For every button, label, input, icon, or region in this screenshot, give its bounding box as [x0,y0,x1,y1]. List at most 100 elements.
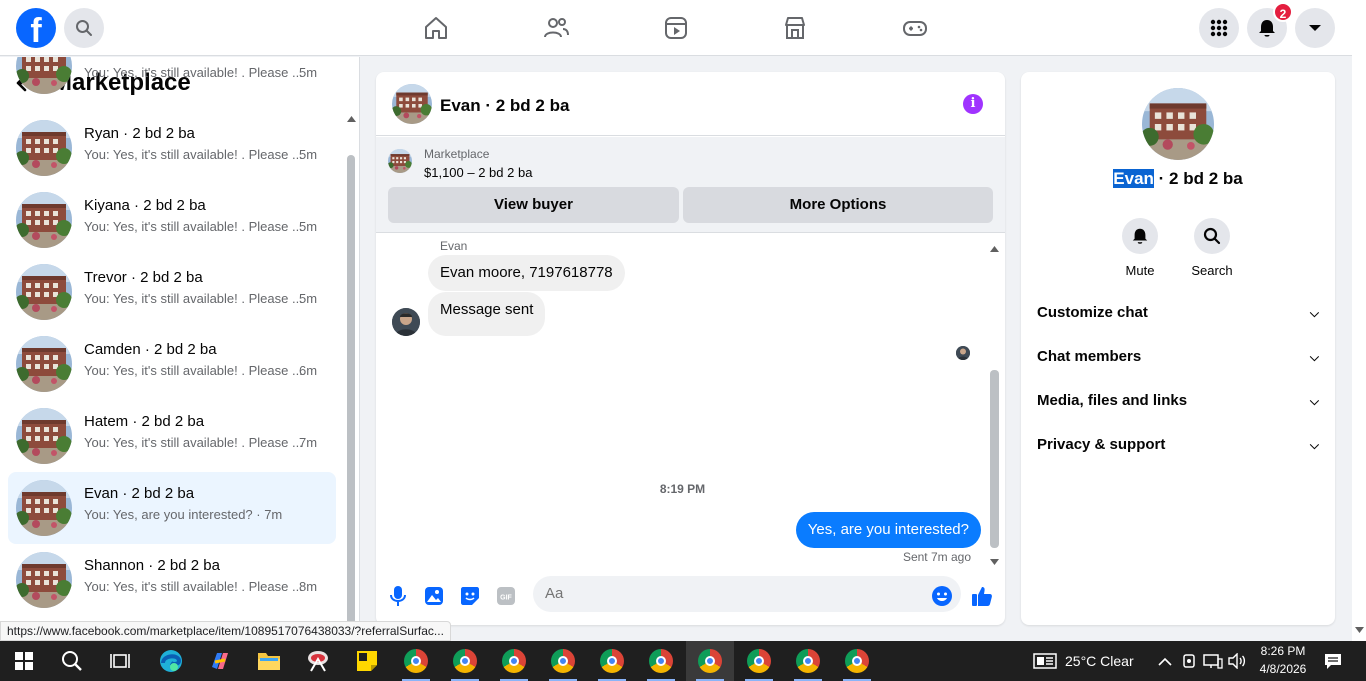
conversation-item[interactable]: Ryan · 2 bd 2 ba You: Yes, it's still ava… [8,112,336,184]
incoming-message[interactable]: Message sent [428,292,546,336]
notifications-badge: 2 [1273,2,1293,22]
marketplace-listing-bar: Marketplace $1,100 – 2 bd 2 ba View buye… [376,137,1005,233]
account-dropdown-icon[interactable] [1295,8,1335,48]
conversation-time: 5m [299,147,318,162]
chrome-window-icon[interactable] [735,641,783,681]
windows-start-icon[interactable] [0,641,48,681]
chrome-window-icon[interactable] [588,641,636,681]
network-icon[interactable] [1203,653,1223,674]
photo-icon[interactable] [422,584,446,608]
conversation-item[interactable]: You: Yes, it's still available! . Please… [8,57,336,102]
chat-scrollbar[interactable] [990,370,999,548]
sidebar-scroll-up-icon[interactable] [347,109,356,127]
section-privacy-support[interactable]: Privacy & support ⌵ [1037,431,1319,459]
chat-title[interactable]: Evan · 2 bd 2 ba [440,96,569,116]
facebook-logo[interactable]: f [16,8,56,48]
chrome-window-icon[interactable] [833,641,881,681]
meet-now-icon[interactable] [1182,653,1196,674]
incoming-message[interactable]: Evan moore, 7197618778 [428,255,625,291]
marketplace-icon[interactable] [781,14,809,42]
conversation-item[interactable]: Trevor · 2 bd 2 ba You: Yes, it's still a… [8,256,336,328]
sticky-notes-icon[interactable] [343,641,391,681]
menu-grid-icon[interactable] [1199,8,1239,48]
listing-thumbnail[interactable] [392,84,432,124]
chrome-window-icon[interactable] [686,641,734,681]
sender-avatar[interactable] [392,308,420,336]
conversation-time: 5m [299,65,318,80]
edge-browser-icon[interactable] [147,641,195,681]
more-options-button[interactable]: More Options [683,187,993,223]
read-receipt-avatar [956,346,970,360]
task-view-icon[interactable] [96,641,144,681]
sender-name: Evan [440,239,468,253]
weather-text[interactable]: 25°C Clear [1065,653,1134,669]
conversation-preview: You: Yes, it's still available! . Please… [84,435,303,450]
friends-icon[interactable] [542,14,570,42]
svg-text:GIF: GIF [500,595,512,602]
listing-large-thumbnail[interactable] [1142,88,1214,160]
chrome-window-icon[interactable] [490,641,538,681]
search-icon [1194,218,1230,254]
message-thread: Evan Evan moore, 7197618778 Message sent… [376,234,1005,566]
notification-center-icon[interactable] [1324,653,1342,675]
message-input[interactable] [533,576,961,612]
clock-time[interactable]: 8:26 PM [1258,644,1308,658]
search-icon[interactable] [64,8,104,48]
section-customize-chat[interactable]: Customize chat ⌵ [1037,299,1319,327]
chrome-window-icon[interactable] [441,641,489,681]
chrome-window-icon[interactable] [539,641,587,681]
conversation-item[interactable]: Camden · 2 bd 2 ba You: Yes, it's still a… [8,328,336,400]
conversation-name: Kiyana · 2 bd 2 ba [84,197,206,214]
conversation-name: Hatem · 2 bd 2 ba [84,413,205,430]
message-composer: GIF [376,572,1005,620]
search-label: Search [1191,263,1233,278]
sticker-icon[interactable] [458,584,482,608]
home-icon[interactable] [422,14,450,42]
copilot-icon[interactable] [196,641,244,681]
selected-name-text: Evan [1113,169,1154,188]
gaming-icon[interactable] [901,14,929,42]
chrome-window-icon[interactable] [784,641,832,681]
listing-price[interactable]: $1,100 – 2 bd 2 ba [424,165,532,180]
thumbs-up-icon[interactable] [970,584,994,608]
taskbar-search-icon[interactable] [48,641,96,681]
page-scrollbar[interactable] [1352,0,1366,641]
search-button[interactable]: Search [1182,218,1242,278]
file-explorer-icon[interactable] [245,641,293,681]
chevron-down-icon: ⌵ [1309,350,1319,364]
listing-thumbnail [16,57,72,94]
conversation-item[interactable]: Hatem · 2 bd 2 ba You: Yes, it's still av… [8,400,336,472]
conversation-item[interactable]: Kiyana · 2 bd 2 ba You: Yes, it's still a… [8,184,336,256]
view-buyer-button[interactable]: View buyer [388,187,679,223]
conversation-item[interactable]: Evan · 2 bd 2 ba You: Yes, are you intere… [8,472,336,544]
section-chat-members[interactable]: Chat members ⌵ [1037,343,1319,371]
news-weather-icon[interactable] [1033,653,1057,674]
listing-thumbnail [16,264,72,320]
conversation-preview: You: Yes, it's still available! . Please… [84,291,303,306]
conversation-time: 5m [299,219,318,234]
chat-scroll-down-icon[interactable] [990,552,999,570]
conversation-preview: You: Yes, are you interested? · 7m [84,507,283,522]
section-media-files-links[interactable]: Media, files and links ⌵ [1037,387,1319,415]
emoji-icon[interactable] [930,584,954,608]
snipping-tool-icon[interactable] [294,641,342,681]
listing-thumbnail [16,552,72,608]
chrome-window-icon[interactable] [392,641,440,681]
name-rest: · 2 bd 2 ba [1153,169,1243,188]
conversation-item[interactable]: Shannon · 2 bd 2 ba You: Yes, it's still … [8,544,336,616]
volume-icon[interactable] [1228,652,1246,674]
mute-button[interactable]: Mute [1110,218,1170,278]
sidebar-scrollbar[interactable] [347,155,355,627]
notifications-button[interactable]: 2 [1247,2,1293,48]
clock-date[interactable]: 4/8/2026 [1254,662,1312,676]
chrome-window-icon[interactable] [637,641,685,681]
info-icon[interactable]: i [963,94,983,114]
video-icon[interactable] [662,14,690,42]
chat-scroll-up-icon[interactable] [990,239,999,257]
microphone-icon[interactable] [386,584,410,608]
outgoing-message[interactable]: Yes, are you interested? [795,512,981,548]
tray-overflow-chevron-icon[interactable] [1158,654,1172,672]
conversation-time: 8m [299,579,318,594]
conversation-preview: You: Yes, it's still available! . Please… [84,147,303,162]
gif-icon[interactable]: GIF [494,584,518,608]
